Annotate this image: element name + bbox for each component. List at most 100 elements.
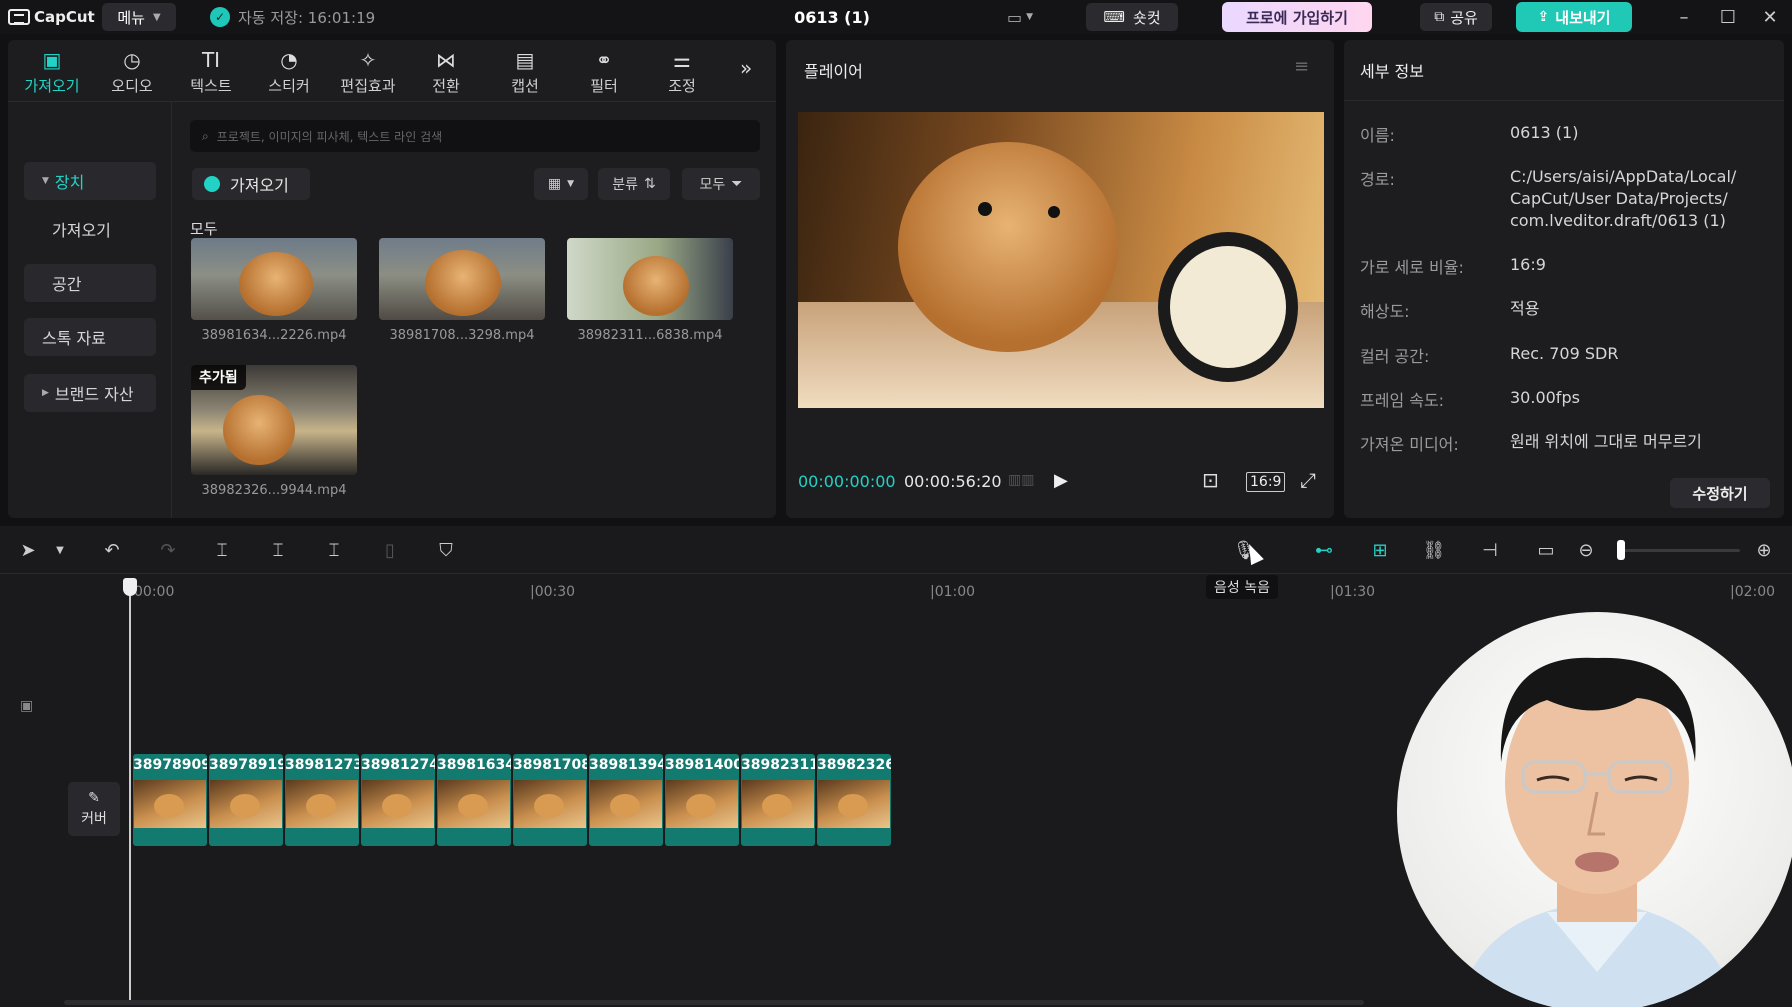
timeline-clip[interactable]: 38981400 [665, 754, 739, 846]
detail-value: 0613 (1) [1510, 123, 1579, 142]
timeline-clip[interactable]: 38981708 [513, 754, 587, 846]
magnet-link-icon[interactable]: ⊷ [1312, 538, 1336, 562]
sidebar-item-import[interactable]: 가져오기 [24, 210, 156, 248]
timeline-clip[interactable]: 38982326 [817, 754, 891, 846]
caret-right-icon: ▶ [42, 388, 49, 398]
zoom-slider[interactable] [1620, 549, 1740, 552]
undo-icon[interactable]: ↶ [100, 538, 124, 562]
select-cursor-icon[interactable]: ➤ [16, 538, 40, 562]
export-button[interactable]: ⇪ 내보내기 [1516, 2, 1632, 32]
detail-label: 가로 세로 비율: [1360, 258, 1464, 277]
tool-audio[interactable]: ◷ 오디오 [96, 44, 168, 100]
timeline-clip[interactable]: 38978909 [133, 754, 207, 846]
link-icon[interactable]: ⛓ [1422, 538, 1446, 562]
close-icon[interactable]: ✕ [1756, 4, 1784, 30]
sidebar-item-label: 브랜드 자산 [54, 385, 134, 404]
preview-axis-icon[interactable]: ▭ [1534, 538, 1558, 562]
delete-icon[interactable]: ▯ [378, 538, 402, 562]
media-thumbnail[interactable] [191, 238, 357, 320]
track-visibility-icon[interactable]: ▣ [20, 698, 33, 714]
tool-import[interactable]: ▣ 가져오기 [16, 44, 88, 100]
edit-button[interactable]: 수정하기 [1670, 478, 1770, 508]
layout-button[interactable]: ▭ ▼ [996, 4, 1044, 30]
auto-snap-icon[interactable]: ⊞ [1368, 538, 1392, 562]
divider [1344, 100, 1784, 101]
detail-label: 프레임 속도: [1360, 391, 1445, 410]
zoom-out-icon[interactable]: ⊖ [1574, 538, 1598, 562]
tool-filter[interactable]: ⚭ 필터 [568, 44, 640, 100]
play-button[interactable]: ▶ [1054, 470, 1068, 491]
media-search-input[interactable]: ⌕ 프로젝트, 이미지의 피사체, 텍스트 라인 검색 [190, 120, 760, 152]
tool-sticker[interactable]: ◔ 스티커 [253, 44, 325, 100]
sidebar-item-space[interactable]: 공간 [24, 264, 156, 302]
tool-adjust[interactable]: ⚌ 조정 [646, 44, 718, 100]
ruler-tick: |01:30 [1330, 584, 1376, 600]
sort-button[interactable]: 분류 ⇅ [598, 168, 670, 200]
split-icon[interactable]: ⌶ [210, 538, 234, 562]
marker-icon[interactable]: ⛉ [434, 538, 458, 562]
screenshot-icon[interactable]: ⊡ [1202, 468, 1219, 492]
media-thumbnail[interactable] [567, 238, 733, 320]
sidebar-item-label: 공간 [52, 275, 82, 294]
zoom-slider-handle[interactable] [1617, 540, 1625, 560]
tool-label: 스티커 [268, 76, 310, 95]
import-button[interactable]: 가져오기 [192, 168, 310, 200]
filter-button[interactable]: 모두 ⏷ [682, 168, 760, 200]
media-filename: 38981634...2226.mp4 [201, 328, 347, 343]
timeline-clip[interactable]: 38981394 [589, 754, 663, 846]
timeline-ruler[interactable]: 00:00 |00:30 |01:00 |01:30 |02:00 [0, 574, 1792, 614]
tool-label: 편집효과 [340, 76, 396, 95]
media-thumbnail[interactable]: 추가됨 [191, 365, 357, 475]
clip-label: 38981273 [285, 757, 359, 773]
menu-button[interactable]: 메뉴 ▼ [102, 3, 176, 31]
media-sidebar: ▼ 장치 가져오기 공간 스톡 자료 ▶ 브랜드 자산 [8, 102, 172, 518]
hamburger-menu-icon[interactable]: ≡ [1294, 56, 1309, 77]
shortcut-button[interactable]: ⌨ 숏컷 [1086, 3, 1178, 31]
redo-icon[interactable]: ↷ [156, 538, 180, 562]
horizontal-scrollbar[interactable] [64, 1000, 1364, 1005]
hamster-image [898, 142, 1118, 352]
tool-label: 텍스트 [190, 76, 232, 95]
detail-value: Rec. 709 SDR [1510, 344, 1619, 363]
share-button[interactable]: ⧉ 공유 [1420, 3, 1492, 31]
playhead-handle[interactable] [123, 578, 137, 596]
sidebar-item-stock[interactable]: 스톡 자료 [24, 318, 156, 356]
clip-thumbnail [210, 780, 282, 828]
split-track-icon[interactable]: ⊣ [1478, 538, 1502, 562]
clip-thumbnail [514, 780, 586, 828]
media-thumbnail[interactable] [379, 238, 545, 320]
clock-face [1170, 246, 1286, 368]
fullscreen-icon[interactable]: ⤢ [1300, 468, 1316, 492]
timeline-clip[interactable]: 38981274 [361, 754, 435, 846]
timeline-clip[interactable]: 38982311 [741, 754, 815, 846]
tool-effects[interactable]: ✧ 편집효과 [332, 44, 404, 100]
timeline-clip[interactable]: 38981634 [437, 754, 511, 846]
maximize-icon[interactable]: ☐ [1714, 4, 1742, 30]
more-tools-icon[interactable]: » [740, 56, 752, 80]
timeline-toolbar: ➤ ▼ ↶ ↷ ⌶ ⌶ ⌶ ▯ ⛉ 🎙 ⊷ ⊞ ⛓ ⊣ ▭ ⊖ ⊕ [0, 526, 1792, 574]
pro-signup-button[interactable]: 프로에 가입하기 [1222, 2, 1372, 32]
split-left-icon[interactable]: ⌶ [266, 538, 290, 562]
chevron-down-icon[interactable]: ▼ [48, 538, 72, 562]
tool-text[interactable]: TI 텍스트 [175, 44, 247, 100]
import-icon: ▣ [42, 47, 62, 72]
timeline-clip[interactable]: 38978919 [209, 754, 283, 846]
timeline-grid-icon[interactable]: ▥▥ [1008, 472, 1034, 488]
sidebar-item-device[interactable]: ▼ 장치 [24, 162, 156, 200]
tool-label: 전환 [432, 76, 460, 95]
tool-transition[interactable]: ⋈ 전환 [410, 44, 482, 100]
sidebar-item-brand-assets[interactable]: ▶ 브랜드 자산 [24, 374, 156, 412]
tool-captions[interactable]: ▤ 캡션 [489, 44, 561, 100]
clip-label: 38981394 [589, 757, 663, 773]
ruler-tick: |00:30 [530, 584, 576, 600]
split-right-icon[interactable]: ⌶ [322, 538, 346, 562]
view-mode-button[interactable]: ▦ ▼ [534, 168, 588, 200]
playhead[interactable] [129, 582, 131, 1002]
zoom-in-icon[interactable]: ⊕ [1752, 538, 1776, 562]
search-icon: ⌕ [202, 128, 209, 143]
video-preview[interactable] [798, 112, 1324, 408]
timeline-clip[interactable]: 38981273 [285, 754, 359, 846]
aspect-ratio-button[interactable]: 16:9 [1246, 472, 1286, 492]
cover-button[interactable]: ✎ 커버 [68, 782, 120, 836]
minimize-icon[interactable]: – [1670, 4, 1698, 30]
